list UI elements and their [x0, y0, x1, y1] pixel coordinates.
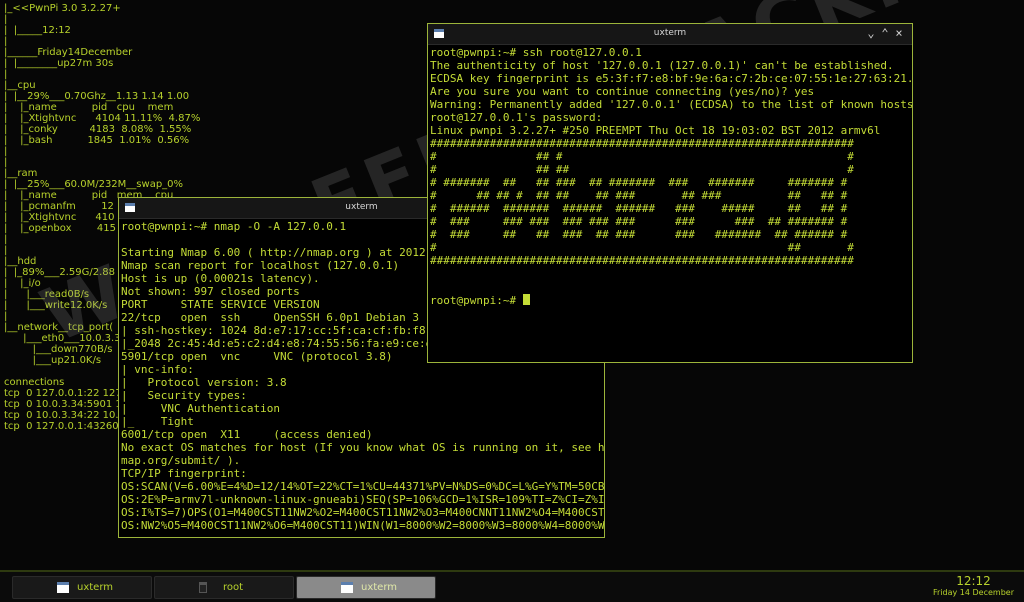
text-line: | |________up27m 30s	[4, 58, 114, 69]
text-line: |	[4, 157, 8, 168]
task-label: root	[223, 582, 244, 593]
text-line: # ## # #	[430, 150, 854, 163]
clock-time: 12:12	[956, 574, 991, 588]
text-line: Are you sure you want to continue connec…	[430, 85, 815, 98]
text-line: # ### ## ## ### ## ### ### ####### ## ##…	[430, 228, 848, 241]
close-icon[interactable]: ×	[892, 26, 906, 40]
text-line: | |_Xtightvnc 4104 11.11% 4.87%	[4, 113, 201, 124]
text-line: root@pwnpi:~# ssh root@127.0.0.1	[430, 46, 642, 59]
prompt: root@pwnpi:~#	[430, 294, 523, 307]
text-line: map.org/submit/ ).	[121, 454, 241, 467]
text-line: OS:NW2%O5=M400CST11NW2%O6=M400CST11)WIN(…	[121, 519, 604, 532]
text-line: No exact OS matches for host (If you kno…	[121, 441, 604, 454]
text-line: |__ram	[4, 168, 38, 179]
text-line: | |_name pid cpu mem	[4, 102, 174, 113]
text-line: | Protocol version: 3.8	[121, 376, 287, 389]
text-line: # ## ## #	[430, 163, 854, 176]
terminal-output[interactable]: root@pwnpi:~# ssh root@127.0.0.1 The auth…	[428, 45, 912, 268]
text-line: TCP/IP fingerprint:	[121, 467, 247, 480]
text-line: ########################################…	[430, 254, 854, 267]
text-line: | vnc-info:	[121, 363, 194, 376]
taskbar-task-uxterm-active[interactable]: uxterm	[296, 576, 436, 599]
clock[interactable]: 12:12 Friday 14 December	[933, 575, 1014, 598]
terminal-icon	[199, 582, 207, 593]
text-line: # ####### ## ## ### ## ####### ### #####…	[430, 176, 848, 189]
text-line: |_<<PwnPi 3.0 3.2.27+	[4, 3, 121, 14]
text-line: Linux pwnpi 3.2.27+ #250 PREEMPT Thu Oct…	[430, 124, 881, 137]
text-line: |	[4, 36, 8, 47]
text-line: OS:I%TS=7)OPS(O1=M400CST11NW2%O2=M400CST…	[121, 506, 604, 519]
text-line: |	[4, 69, 8, 80]
window-controls: ⌄ ⌃ ×	[864, 26, 906, 40]
text-line: # ## #	[430, 241, 854, 254]
terminal-icon	[341, 582, 353, 593]
text-line: | |_bash 1845 1.01% 0.56%	[4, 135, 190, 146]
task-label: uxterm	[361, 582, 398, 593]
terminal-icon	[57, 582, 69, 593]
text-line: OS:2E%P=armv7l-unknown-linux-gnueabi)SEQ…	[121, 493, 604, 506]
text-line: |	[4, 146, 8, 157]
text-line: OS:SCAN(V=6.00%E=4%D=12/14%OT=22%CT=1%CU…	[121, 480, 604, 493]
text-line: | |_conky 4183 8.08% 1.55%	[4, 124, 192, 135]
text-line: 6001/tcp open X11 (access denied)	[121, 428, 373, 441]
minimize-icon[interactable]: ⌄	[864, 26, 878, 40]
text-line: | |_____12:12	[4, 25, 71, 36]
terminal-prompt-line[interactable]: root@pwnpi:~#	[428, 268, 912, 334]
text-line: ECDSA key fingerprint is e5:3f:f7:e8:bf:…	[430, 72, 912, 85]
text-cursor	[522, 294, 530, 305]
text-line: ########################################…	[430, 137, 854, 150]
text-line: # ### ### ### ### ### ### ### ### ## ###…	[430, 215, 848, 228]
text-line: root@127.0.0.1's password:	[430, 111, 603, 124]
text-line: |__cpu	[4, 80, 36, 91]
clock-date: Friday 14 December	[933, 588, 1014, 597]
text-line: |	[4, 14, 8, 25]
ssh-terminal-window[interactable]: uxterm ⌄ ⌃ × root@pwnpi:~# ssh root@127.0.…	[427, 23, 913, 363]
text-line: | |__29%___0.70Ghz__1.13 1.14 1.00	[4, 91, 190, 102]
taskbar: uxterm root uxterm 12:12 Friday 14 Decem…	[0, 570, 1024, 602]
text-line: Warning: Permanently added '127.0.0.1' (…	[430, 98, 912, 111]
text-line: | |__25%___60.0M/232M__swap_0%	[4, 179, 184, 190]
taskbar-task-root[interactable]: root	[154, 576, 294, 599]
text-line: |______Friday14December	[4, 47, 133, 58]
window-titlebar[interactable]: uxterm ⌄ ⌃ ×	[428, 24, 912, 45]
text-line: # ###### ####### ###### ###### ### #####…	[430, 202, 848, 215]
task-label: uxterm	[77, 582, 114, 593]
text-line: |_ Tight	[121, 415, 194, 428]
text-line: # ## ## # ## ## ## ### ## ### ## ## #	[430, 189, 848, 202]
text-line: | VNC Authentication	[121, 402, 280, 415]
text-line: | Security types:	[121, 389, 247, 402]
text-line: The authenticity of host '127.0.0.1 (127…	[430, 59, 894, 72]
taskbar-task-uxterm[interactable]: uxterm	[12, 576, 152, 599]
window-title: uxterm	[653, 28, 687, 38]
maximize-icon[interactable]: ⌃	[878, 26, 892, 40]
